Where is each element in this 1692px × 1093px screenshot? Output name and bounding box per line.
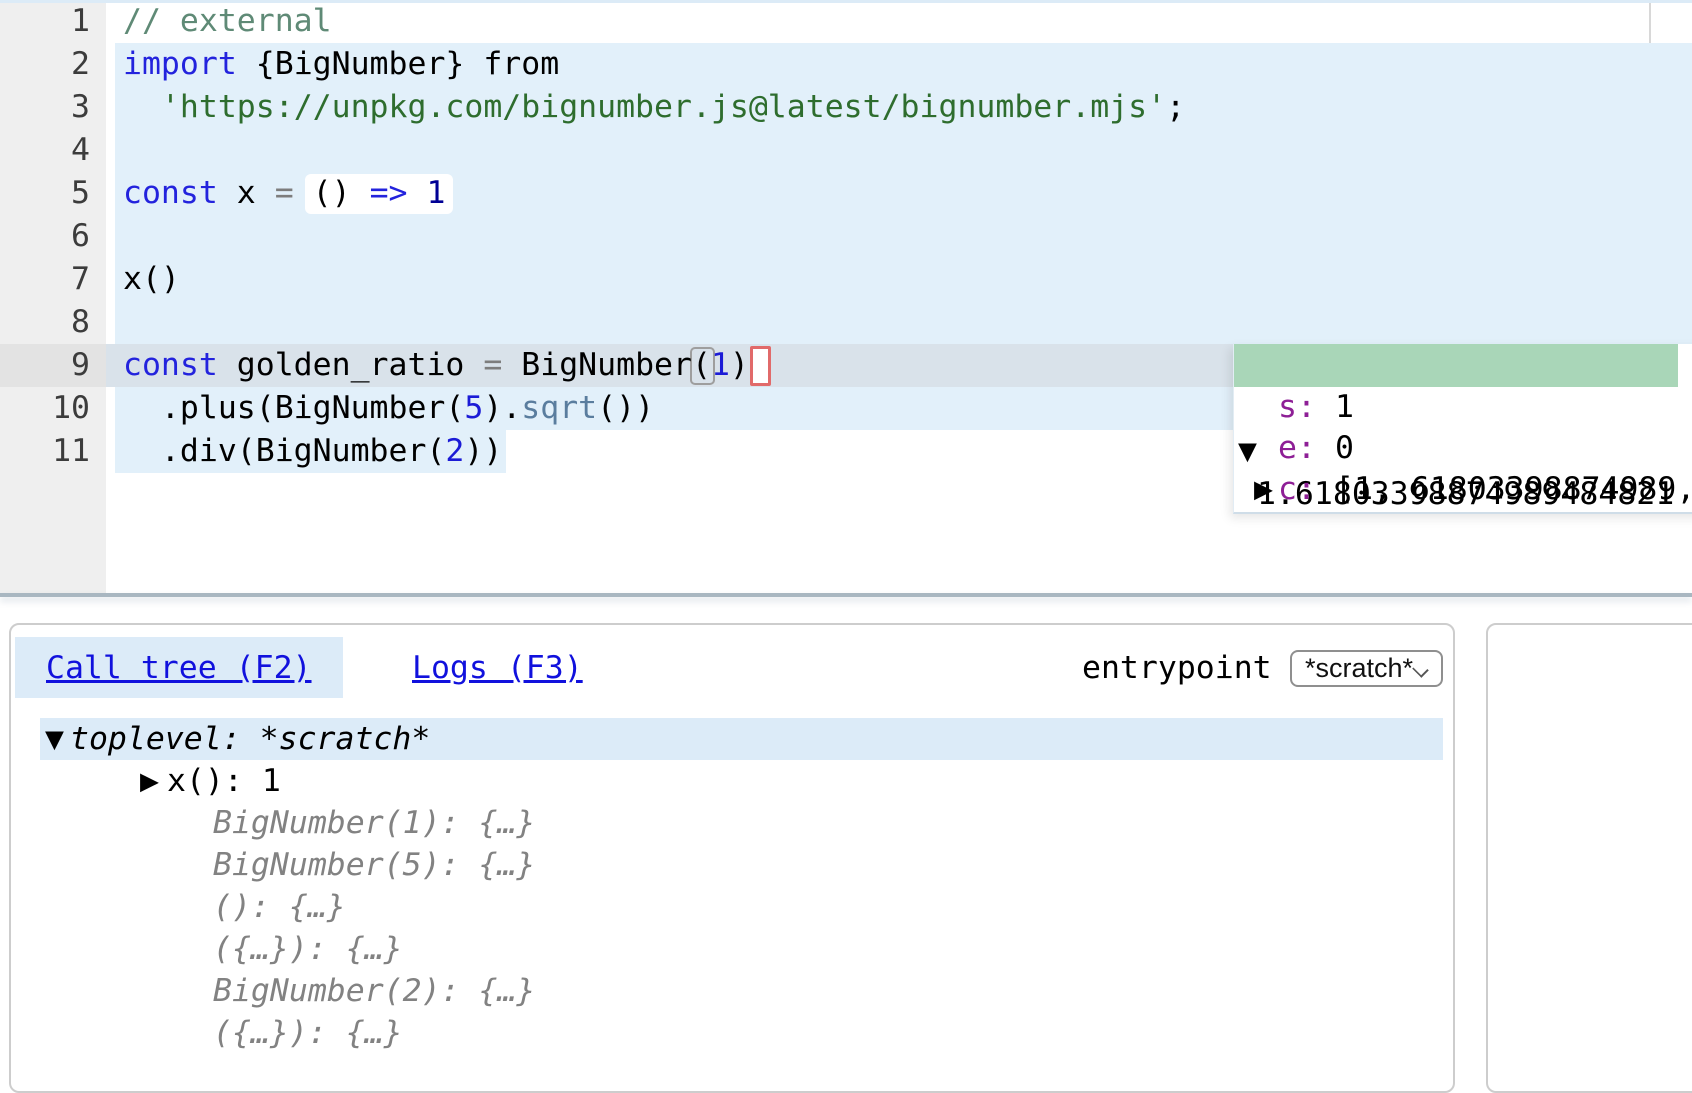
code-token[interactable]: 'https://unpkg.com/bignumber.js@latest/b…	[161, 89, 1166, 125]
editor-scrollbar-divider	[1649, 3, 1651, 43]
inspector-property-row: e: 0	[1234, 428, 1692, 469]
property-value: 1	[1335, 387, 1354, 428]
property-value: 0	[1335, 428, 1354, 469]
code-token[interactable]: =	[275, 175, 294, 211]
code-token[interactable]: x()	[123, 261, 180, 297]
gutter-line-number: 7	[0, 258, 90, 301]
call-tree-node-label: x(): 1	[167, 760, 281, 802]
code-token[interactable]: golden_ratio	[218, 347, 484, 383]
code-token[interactable]: import	[123, 46, 237, 82]
gutter-line-number: 9	[0, 344, 90, 387]
code-token[interactable]: // external	[123, 3, 332, 39]
code-token[interactable]	[408, 175, 427, 211]
gutter-line-number: 6	[0, 215, 90, 258]
call-tree-node-label: BigNumber(2): {…}	[213, 970, 535, 1012]
property-key: s:	[1278, 387, 1316, 428]
gutter-line-number: 10	[0, 387, 90, 430]
side-panel	[1486, 623, 1692, 1093]
code-token[interactable]: 1	[711, 347, 730, 383]
expand-triangle-icon[interactable]: ▶	[1254, 469, 1273, 510]
value-inspector: ▼ 1.61803398874989484821 s: 1 e: 0 ▶c: [1, 61…	[1233, 344, 1692, 514]
code-token[interactable]: 5	[464, 390, 483, 426]
cursor	[750, 346, 771, 386]
call-tree-node-label: BigNumber(1): {…}	[213, 802, 535, 844]
code-line-10[interactable]: .plus(BigNumber(5).sqrt())	[123, 387, 654, 430]
code-line-3[interactable]: 'https://unpkg.com/bignumber.js@latest/b…	[123, 86, 1185, 129]
code-token[interactable]: )	[730, 347, 749, 383]
property-key: c:	[1278, 469, 1316, 510]
code-token[interactable]: 1	[426, 175, 445, 211]
code-token[interactable]: =>	[370, 175, 408, 211]
code-token[interactable]	[123, 89, 161, 125]
property-value: [1, 61803398874989, 4848204586	[1335, 469, 1692, 510]
gutter-line-number: 4	[0, 129, 90, 172]
call-tree-node-label: toplevel: *scratch*	[70, 718, 430, 760]
expand-triangle-icon[interactable]: ▶	[140, 760, 159, 802]
code-line-2[interactable]: import {BigNumber} from	[123, 43, 559, 86]
property-key: e:	[1278, 428, 1316, 469]
inspector-value-row[interactable]: ▼ 1.61803398874989484821	[1234, 344, 1692, 387]
tab-call-tree[interactable]: Call tree (F2)	[15, 637, 343, 698]
entrypoint-label: entrypoint	[1082, 637, 1272, 698]
code-line-9[interactable]: const golden_ratio = BigNumber(1)	[123, 344, 749, 387]
code-line-11[interactable]: .div(BigNumber(2))	[123, 430, 502, 473]
call-tree-node-label: ({…}): {…}	[213, 1012, 403, 1054]
call-tree-node-label: BigNumber(5): {…}	[213, 844, 535, 886]
code-token[interactable]: {BigNumber} from	[237, 46, 559, 82]
code-token[interactable]: ).	[483, 390, 521, 426]
collapse-triangle-icon[interactable]: ▼	[45, 718, 64, 760]
gutter-line-number: 8	[0, 301, 90, 344]
code-token[interactable]: ))	[464, 433, 502, 469]
code-token[interactable]: BigNumber(	[502, 347, 711, 383]
chevron-down-icon	[1412, 661, 1429, 678]
code-token[interactable]: ()	[294, 175, 370, 211]
code-token[interactable]: sqrt	[521, 390, 597, 426]
code-token[interactable]: =	[483, 347, 502, 383]
code-token[interactable]: const	[123, 347, 218, 383]
code-line-7[interactable]: x()	[123, 258, 180, 301]
code-token[interactable]: ;	[1166, 89, 1185, 125]
code-token[interactable]: ())	[597, 390, 654, 426]
code-token[interactable]: const	[123, 175, 218, 211]
code-token[interactable]: x	[218, 175, 275, 211]
code-line-5[interactable]: const x = () => 1	[123, 172, 445, 215]
gutter-line-number: 5	[0, 172, 90, 215]
gutter-line-number: 1	[0, 0, 90, 43]
entrypoint-select[interactable]: *scratch*	[1290, 650, 1443, 687]
inspector-value-highlight	[1234, 344, 1678, 387]
inspector-property-row: s: 1	[1234, 387, 1692, 428]
call-tree-node-label: ({…}): {…}	[213, 928, 403, 970]
code-token[interactable]: 2	[445, 433, 464, 469]
code-token[interactable]: .plus(BigNumber(	[123, 390, 464, 426]
inspector-property-row[interactable]: ▶c: [1, 61803398874989, 4848204586	[1234, 469, 1692, 510]
gutter-line-number: 11	[0, 430, 90, 473]
entrypoint-select-value: *scratch*	[1305, 653, 1413, 684]
editor-bottom-border	[0, 593, 1692, 597]
gutter-line-number: 2	[0, 43, 90, 86]
code-line-1[interactable]: // external	[123, 0, 332, 43]
tab-logs[interactable]: Logs (F3)	[381, 637, 614, 698]
code-token[interactable]: .div(BigNumber(	[123, 433, 445, 469]
gutter-line-number: 3	[0, 86, 90, 129]
call-tree-node-label: (): {…}	[213, 886, 346, 928]
